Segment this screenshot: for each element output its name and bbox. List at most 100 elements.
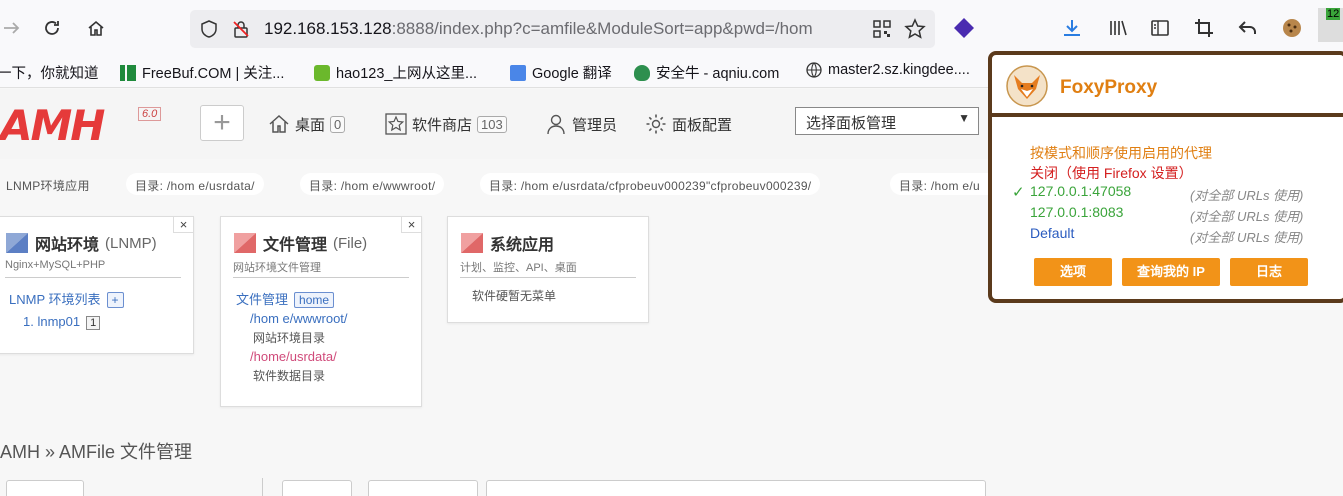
- url-bar[interactable]: 192.168.153.128:8888/index.php?c=amfile&…: [190, 10, 935, 48]
- bookmark-star-icon[interactable]: [904, 18, 926, 45]
- mode-pattern-option[interactable]: 按模式和顺序使用启用的代理: [1030, 143, 1212, 163]
- qr-code-icon[interactable]: [872, 19, 892, 44]
- home-button[interactable]: home: [294, 292, 335, 308]
- proxy-note-default: (对全部 URLs 使用): [1190, 230, 1304, 245]
- library-icon[interactable]: [1106, 16, 1130, 40]
- proxy-option-2[interactable]: 127.0.0.1:8083: [1030, 204, 1123, 220]
- reload-icon[interactable]: [40, 16, 64, 40]
- aqniu-icon: [634, 64, 650, 81]
- panel-select[interactable]: 选择面板管理 ▼: [795, 107, 979, 135]
- sidebar-icon[interactable]: [1148, 16, 1172, 40]
- options-button[interactable]: 选项: [1034, 258, 1112, 286]
- browser-toolbar: 192.168.153.128:8888/index.php?c=amfile&…: [0, 0, 1343, 56]
- panel-select-value: 选择面板管理: [806, 115, 897, 132]
- foxyproxy-toolbar-button[interactable]: 12: [1318, 8, 1343, 42]
- add-lnmp-button[interactable]: +: [106, 292, 124, 308]
- globe-icon: [806, 62, 822, 78]
- card-lnmp: × 网站环境 (LNMP) Nginx+MySQL+PHP LNMP 环境列表 + …: [0, 216, 194, 354]
- nav-desktop[interactable]: 桌面 0: [268, 113, 346, 135]
- star-box-icon: [385, 113, 407, 135]
- card-file-title: 文件管理 (File): [233, 231, 367, 255]
- check-icon: ✓: [1012, 184, 1025, 201]
- close-icon[interactable]: ×: [173, 217, 193, 233]
- file-manager-link[interactable]: 文件管理 home: [236, 289, 335, 308]
- divider: [233, 277, 409, 278]
- foxyproxy-popup: FoxyProxy 按模式和顺序使用启用的代理 关闭（使用 Firefox 设置…: [988, 51, 1343, 303]
- bookmark-item[interactable]: Google 翻译: [510, 62, 612, 83]
- nav-app-store-label: 软件商店: [412, 116, 473, 134]
- google-translate-icon: [510, 64, 526, 81]
- hao123-icon: [314, 64, 330, 81]
- crop-icon[interactable]: [1192, 16, 1216, 40]
- proxy-option-1[interactable]: 127.0.0.1:47058: [1030, 183, 1131, 199]
- nav-app-store[interactable]: 软件商店 103: [385, 113, 507, 135]
- nav-admin[interactable]: 管理员: [545, 113, 617, 135]
- system-empty-text: 软件硬暂无菜单: [472, 289, 557, 303]
- lnmp-item-count: 1: [86, 316, 101, 330]
- divider: [262, 478, 263, 496]
- wwwroot-desc: 网站环境目录: [253, 331, 326, 345]
- system-apps-icon: [461, 233, 483, 253]
- home-icon[interactable]: [84, 16, 108, 40]
- amh-header: AMH 6.0 + 桌面 0 软件商店 103 管理员 面板配置 选择面板管理 …: [0, 89, 990, 159]
- tag-wwwroot[interactable]: 目录: /hom e/wwwroot/: [300, 173, 445, 195]
- foxyproxy-header: FoxyProxy: [992, 55, 1343, 117]
- bookmark-item[interactable]: 一下，你就知道: [0, 62, 99, 83]
- lnmp-list-link[interactable]: LNMP 环境列表 +: [9, 289, 124, 308]
- gear-icon: [646, 114, 666, 134]
- amh-version: 6.0: [138, 107, 162, 121]
- toolbar-button[interactable]: [368, 480, 478, 496]
- close-icon[interactable]: ×: [401, 217, 421, 233]
- bookmark-item[interactable]: hao123_上网从这里...: [314, 62, 477, 83]
- extension-purple-icon[interactable]: [952, 16, 976, 40]
- card-system-subtitle: 计划、监控、API、桌面: [460, 262, 577, 274]
- chevron-down-icon: ▼: [958, 111, 970, 125]
- app-store-count-badge: 103: [477, 115, 507, 133]
- insecure-lock-icon[interactable]: [232, 20, 250, 43]
- forward-icon[interactable]: [0, 16, 24, 40]
- proxy-note-2: (对全部 URLs 使用): [1190, 209, 1304, 224]
- add-button[interactable]: +: [200, 105, 244, 141]
- path-input[interactable]: [486, 480, 986, 496]
- tag-cfprobe[interactable]: 目录: /hom e/usrdata/cfprobeuv000239"cfpro…: [480, 173, 821, 195]
- toolbar-button[interactable]: [6, 480, 84, 496]
- file-toolbar: [0, 478, 990, 496]
- divider: [5, 277, 181, 278]
- download-icon[interactable]: [1060, 16, 1084, 40]
- what-is-my-ip-button[interactable]: 查询我的 IP: [1122, 258, 1220, 286]
- bookmark-item[interactable]: FreeBuf.COM | 关注...: [120, 62, 284, 83]
- tag-usrdata[interactable]: 目录: /hom e/usrdata/: [126, 173, 264, 195]
- wwwroot-link[interactable]: /hom e/wwwroot/: [250, 311, 348, 326]
- proxy-note-1: (对全部 URLs 使用): [1190, 188, 1304, 203]
- cookie-icon[interactable]: [1280, 16, 1304, 40]
- url-text[interactable]: 192.168.153.128:8888/index.php?c=amfile&…: [264, 19, 813, 39]
- fox-logo-icon: [1006, 65, 1048, 107]
- card-file: × 文件管理 (File) 网站环境文件管理 文件管理 home /hom e/ww…: [220, 216, 422, 407]
- amh-logo[interactable]: AMH: [0, 101, 105, 150]
- log-button[interactable]: 日志: [1230, 258, 1308, 286]
- card-system-title: 系统应用: [460, 231, 554, 255]
- card-lnmp-title: 网站环境 (LNMP): [5, 231, 157, 255]
- tag-lnmp[interactable]: LNMP环境应用: [0, 173, 99, 195]
- extension-badge: 12: [1326, 8, 1341, 20]
- desktop-count-badge: 0: [330, 115, 346, 133]
- file-manager-icon: [234, 233, 256, 253]
- tag-home-u[interactable]: 目录: /hom e/u: [890, 173, 989, 195]
- mode-off-option[interactable]: 关闭（使用 Firefox 设置）: [1030, 163, 1193, 183]
- breadcrumb: AMH » AMFile 文件管理: [0, 442, 193, 462]
- usrdata-link[interactable]: /home/usrdata/: [250, 349, 337, 364]
- lnmp-item[interactable]: 1. lnmp01 1: [23, 314, 101, 330]
- user-icon: [547, 114, 565, 135]
- proxy-option-default[interactable]: Default: [1030, 225, 1074, 241]
- bookmark-item[interactable]: master2.sz.kingdee....: [806, 62, 970, 78]
- shield-icon[interactable]: [200, 20, 218, 43]
- back-arrow-icon[interactable]: [1236, 16, 1260, 40]
- bookmark-item[interactable]: 安全牛 - aqniu.com: [634, 62, 779, 83]
- usrdata-desc: 软件数据目录: [253, 369, 326, 383]
- divider: [460, 277, 636, 278]
- directory-tags: LNMP环境应用 目录: /hom e/usrdata/ 目录: /hom e/…: [0, 170, 990, 198]
- toolbar-button[interactable]: [282, 480, 352, 496]
- nav-panel-config-label: 面板配置: [672, 116, 733, 134]
- nav-admin-label: 管理员: [572, 116, 618, 134]
- nav-panel-config[interactable]: 面板配置: [645, 113, 732, 135]
